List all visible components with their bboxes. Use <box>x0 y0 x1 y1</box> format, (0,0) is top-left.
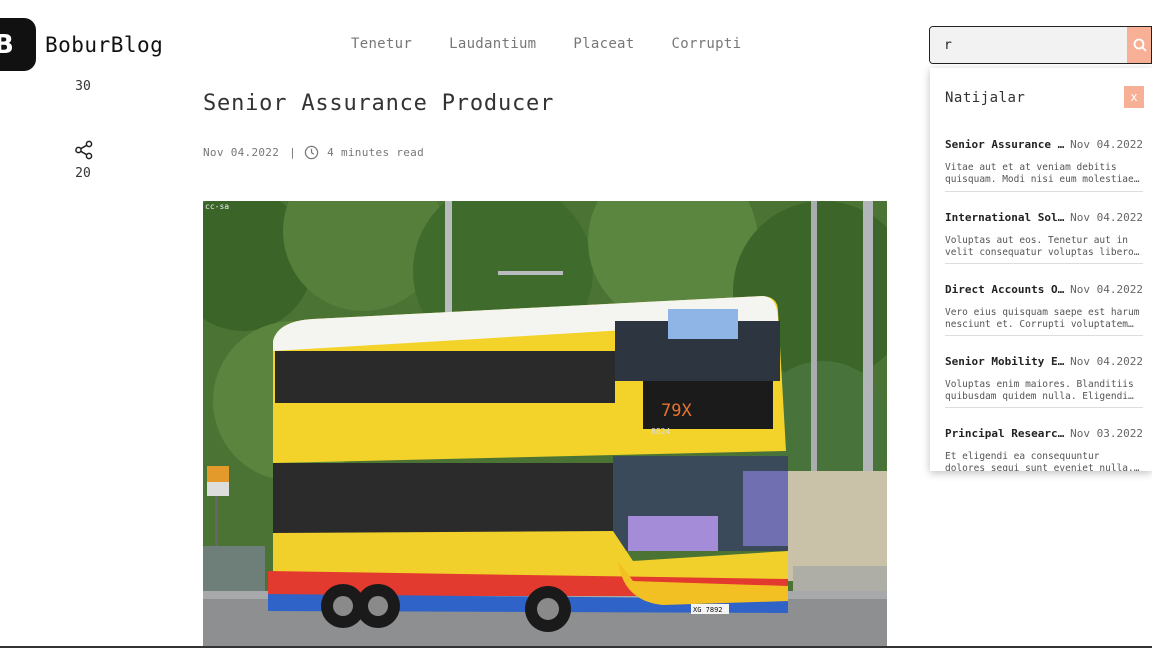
result-item[interactable]: Senior Mobility Engineer Nov 04.2022 Vol… <box>945 355 1143 408</box>
result-item[interactable]: International Solutions Nov 04.2022 Volu… <box>945 211 1143 264</box>
main-nav: Tenetur Laudantium Placeat Corrupti <box>351 36 778 52</box>
share-icon[interactable] <box>74 140 94 160</box>
brand-name: BoburBlog <box>45 32 164 57</box>
brand-logo[interactable]: B BoburBlog <box>0 18 163 71</box>
result-date: Nov 04.2022 <box>1070 283 1143 296</box>
search-input[interactable] <box>930 27 1127 63</box>
nav-item-corrupti[interactable]: Corrupti <box>672 36 742 52</box>
bus-photo: 79X 8824 XG 7892 <box>203 201 887 648</box>
result-date: Nov 04.2022 <box>1070 211 1143 224</box>
close-icon: x <box>1130 90 1138 104</box>
result-desc: Vitae aut et at veniam debitis quisquam.… <box>945 162 1134 185</box>
result-item[interactable]: Direct Accounts Officer Nov 04.2022 Vero… <box>945 283 1143 336</box>
result-item[interactable]: Principal Research Analyst Nov 03.2022 E… <box>945 427 1143 471</box>
result-date: Nov 04.2022 <box>1070 138 1143 151</box>
read-time: 4 minutes read <box>327 146 425 159</box>
article-meta: Nov 04.2022 | 4 minutes read <box>203 145 424 160</box>
nav-item-laudantium[interactable]: Laudantium <box>449 36 536 52</box>
result-desc: Voluptas aut eos. Tenetur aut in velit c… <box>945 235 1134 258</box>
close-results-button[interactable]: x <box>1124 86 1144 108</box>
search-box <box>929 26 1152 64</box>
article-image: 79X 8824 XG 7892 cc-sa <box>203 201 887 648</box>
result-desc: Vero eius quisquam saepe est harum nesci… <box>945 307 1140 330</box>
article-title: Senior Assurance Producer <box>203 91 555 116</box>
result-title: Senior Assurance Producer <box>945 138 1069 151</box>
result-date: Nov 03.2022 <box>1070 427 1143 440</box>
route-number: 79X <box>661 401 692 421</box>
search-button[interactable] <box>1127 27 1151 63</box>
result-title: International Solutions <box>945 211 1069 224</box>
fleet-number: 8824 <box>651 427 670 436</box>
search-icon <box>1133 38 1147 52</box>
article-date: Nov 04.2022 <box>203 146 280 159</box>
share-count: 20 <box>75 166 91 181</box>
nav-item-placeat[interactable]: Placeat <box>573 36 634 52</box>
image-credit: cc-sa <box>205 202 230 211</box>
result-date: Nov 04.2022 <box>1070 355 1143 368</box>
meta-separator: | <box>289 146 297 159</box>
search-results-panel: Natijalar x Senior Assurance Producer No… <box>930 68 1152 471</box>
clock-icon <box>304 145 319 160</box>
result-item[interactable]: Senior Assurance Producer Nov 04.2022 Vi… <box>945 138 1143 192</box>
result-desc: Voluptas enim maiores. Blanditiis quibus… <box>945 379 1134 402</box>
like-count: 30 <box>75 79 91 94</box>
nav-item-tenetur[interactable]: Tenetur <box>351 36 412 52</box>
result-title: Senior Mobility Engineer <box>945 355 1069 368</box>
bus-plate: XG 7892 <box>693 606 723 614</box>
result-title: Principal Research Analyst <box>945 427 1069 440</box>
results-heading: Natijalar <box>945 90 1026 106</box>
logo-mark: B <box>0 18 36 71</box>
result-desc: Et eligendi ea consequuntur dolores sequ… <box>945 451 1134 471</box>
result-title: Direct Accounts Officer <box>945 283 1069 296</box>
